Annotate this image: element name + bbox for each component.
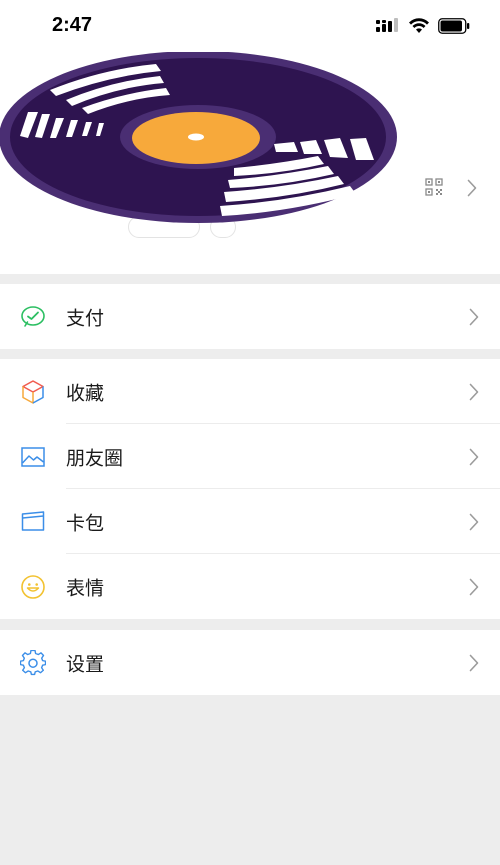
menu-item-label: 收藏 (66, 382, 105, 404)
smiley-icon (21, 574, 45, 599)
picture-icon (21, 446, 45, 467)
status-bar: 2:47 (0, 0, 500, 52)
chevron-right-icon[interactable] (467, 179, 477, 197)
chevron-right-icon (469, 654, 479, 671)
cube-icon (22, 379, 44, 404)
status-icons (376, 18, 470, 34)
qr-code-icon[interactable] (425, 178, 443, 196)
settings-group: 设置 (0, 630, 500, 695)
menu-item-label: 表情 (66, 577, 105, 599)
chevron-right-icon (469, 448, 479, 465)
wechat-pay-icon (21, 305, 45, 327)
wifi-icon (409, 18, 429, 33)
card-icon (21, 510, 45, 531)
menu-item-stickers[interactable]: 表情 (0, 554, 500, 619)
chevron-right-icon (469, 383, 479, 400)
vinyl-record-icon[interactable] (0, 52, 402, 227)
status-time: 2:47 (52, 14, 93, 36)
chevron-right-icon (469, 578, 479, 595)
chevron-right-icon (469, 513, 479, 530)
menu-item-favorites[interactable]: 收藏 (0, 359, 500, 424)
menu-item-moments[interactable]: 朋友圈 (0, 424, 500, 489)
gear-icon (20, 649, 46, 675)
chevron-right-icon (469, 308, 479, 325)
menu-item-label: 朋友圈 (66, 447, 124, 469)
menu-item-label: 支付 (66, 307, 105, 329)
me-page: 2:47 支付 收藏 朋友圈 卡包 表情 设置 (0, 0, 500, 865)
signal-icon (376, 18, 398, 32)
main-group: 收藏 朋友圈 卡包 表情 (0, 359, 500, 619)
menu-item-label: 卡包 (66, 512, 105, 534)
menu-item-label: 设置 (66, 653, 105, 675)
menu-item-settings[interactable]: 设置 (0, 630, 500, 695)
menu-item-cards[interactable]: 卡包 (0, 489, 500, 554)
pay-group: 支付 (0, 284, 500, 349)
menu-item-pay[interactable]: 支付 (0, 284, 500, 349)
battery-icon (438, 18, 470, 34)
profile-header[interactable] (0, 52, 500, 274)
